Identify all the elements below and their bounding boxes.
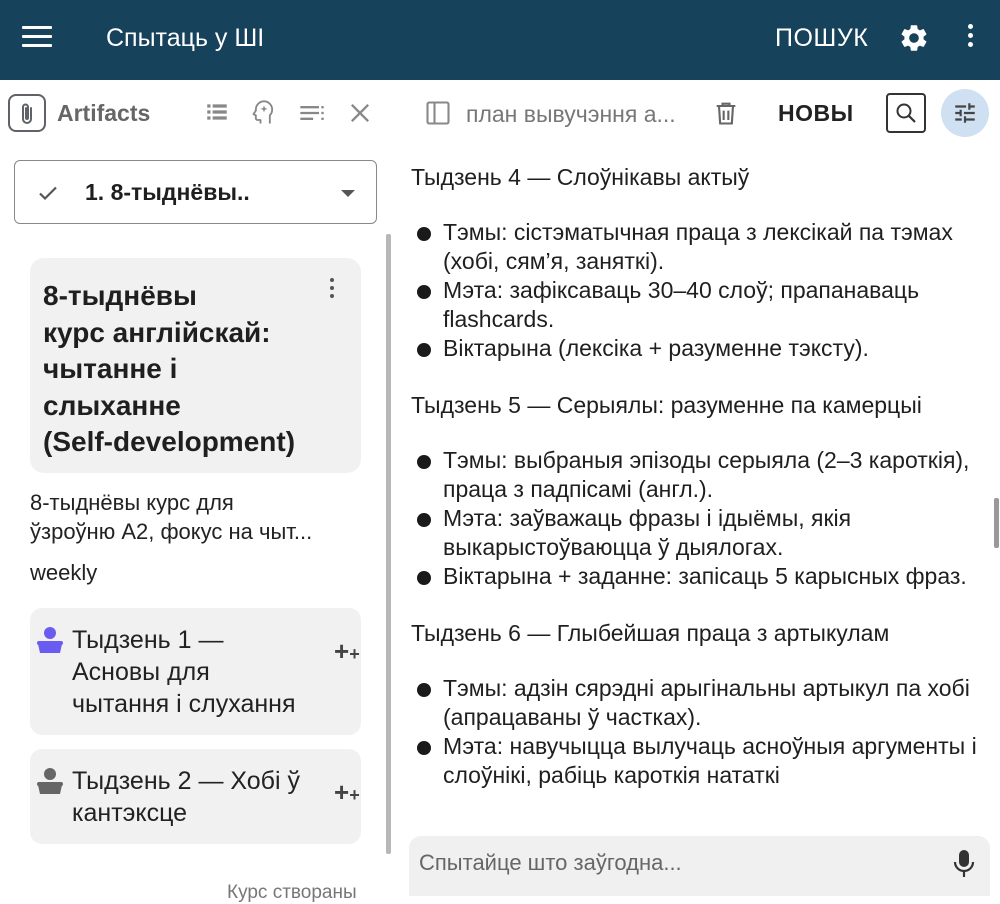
- course-footnote: Курс створаны: [227, 882, 357, 903]
- add-icon[interactable]: ++: [334, 636, 360, 667]
- app-bar: Спытаць у ШІ ПОШУК: [0, 0, 1000, 80]
- playlist-icon[interactable]: [298, 99, 326, 127]
- trash-icon[interactable]: [712, 99, 740, 127]
- add-icon[interactable]: ++: [334, 777, 360, 808]
- course-dropdown[interactable]: 1. 8-тыднёвы..: [14, 160, 377, 224]
- bullet-list: Тэмы: сістэматычная праца з лексікай па …: [411, 218, 991, 363]
- check-icon: [39, 186, 57, 201]
- course-description: 8-тыднёвы курс для ўзроўню A2, фокус на …: [30, 490, 313, 544]
- brain-icon[interactable]: [250, 99, 278, 127]
- chat-input-bar: [409, 836, 990, 896]
- artifacts-label: Artifacts: [57, 100, 151, 126]
- new-button[interactable]: НОВЫ: [778, 100, 854, 127]
- list-item: Тэмы: адзін сярэдні арыгінальны артыкул …: [411, 674, 991, 732]
- section-heading: Тыдзень 6 — Глыбейшая праца з артыкулам: [411, 620, 890, 646]
- week-title: Тыдзень 1 — Асновы для чытання і слуханн…: [72, 626, 296, 718]
- week-item[interactable]: Тыдзень 1 — Асновы для чытання і слуханн…: [30, 608, 361, 735]
- list-icon[interactable]: [204, 99, 232, 127]
- app-title: Спытаць у ШІ: [106, 24, 265, 52]
- avatar-icon: [37, 627, 63, 653]
- section-heading: Тыдзень 4 — Слоўнікавы актыў: [411, 164, 750, 190]
- toolbar: Artifacts план вывучэння а... НОВЫ: [0, 80, 1000, 150]
- tune-button[interactable]: [941, 89, 989, 137]
- week-section: Тыдзень 6 — Глыбейшая праца з артыкулам …: [411, 618, 991, 790]
- bullet-list: Тэмы: выбраныя эпізоды серыяла (2–3 каро…: [411, 446, 991, 591]
- mic-icon[interactable]: [953, 849, 975, 879]
- course-frequency: weekly: [30, 560, 98, 585]
- attach-button[interactable]: [8, 94, 46, 132]
- more-vert-icon[interactable]: [330, 278, 336, 302]
- gear-icon[interactable]: [898, 22, 930, 54]
- list-item: Мэта: заўважаць фразы і ідыёмы, якія вык…: [411, 504, 991, 562]
- content-scrollbar[interactable]: [994, 498, 999, 548]
- week-section: Тыдзень 4 — Слоўнікавы актыў Тэмы: сістэ…: [411, 162, 991, 363]
- course-card[interactable]: 8-тыднёвы курс англійскай: чытанне і слы…: [30, 258, 361, 473]
- list-item: Тэмы: выбраныя эпізоды серыяла (2–3 каро…: [411, 446, 991, 504]
- list-item: Мэта: навучыцца вылучаць асноўныя аргуме…: [411, 732, 991, 790]
- sidebar-icon[interactable]: [424, 99, 452, 127]
- more-vert-icon[interactable]: [962, 24, 978, 54]
- avatar-icon: [37, 768, 63, 794]
- search-icon: [896, 103, 916, 123]
- sidebar-scrollbar[interactable]: [386, 234, 391, 854]
- week-item[interactable]: Тыдзень 2 — Хобі ў кантэксце ++: [30, 749, 361, 844]
- menu-icon[interactable]: [22, 26, 52, 52]
- search-icon-button[interactable]: [886, 93, 926, 133]
- chat-input[interactable]: [417, 844, 931, 882]
- week-section: Тыдзень 5 — Серыялы: разуменне па камерц…: [411, 390, 991, 591]
- dropdown-label: 1. 8-тыднёвы..: [85, 179, 250, 205]
- list-item: Мэта: зафіксаваць 30–40 слоў; прапанавац…: [411, 276, 991, 334]
- paperclip-icon: [22, 103, 32, 124]
- tune-icon: [955, 103, 975, 123]
- list-item: Віктарына + заданне: запісаць 5 карысных…: [411, 562, 991, 591]
- dropdown-arrow-icon: [341, 190, 355, 197]
- search-button[interactable]: ПОШУК: [775, 24, 868, 53]
- document-content: Тыдзень 4 — Слоўнікавы актыў Тэмы: сістэ…: [411, 162, 991, 826]
- list-item: Тэмы: сістэматычная праца з лексікай па …: [411, 218, 991, 276]
- bullet-list: Тэмы: адзін сярэдні арыгінальны артыкул …: [411, 674, 991, 790]
- list-item: Віктарына (лексіка + разуменне тэксту).: [411, 334, 991, 363]
- section-heading: Тыдзень 5 — Серыялы: разуменне па камерц…: [411, 392, 922, 418]
- close-icon[interactable]: [346, 99, 374, 127]
- course-heading: 8-тыднёвы курс англійскай: чытанне і слы…: [43, 280, 296, 457]
- document-title[interactable]: план вывучэння а...: [466, 101, 676, 128]
- week-title: Тыдзень 2 — Хобі ў кантэксце: [72, 767, 301, 827]
